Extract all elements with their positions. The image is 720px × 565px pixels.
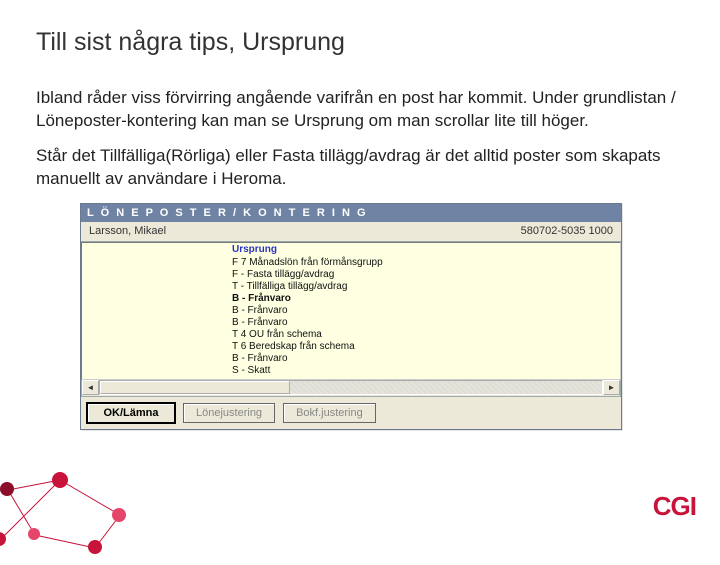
scroll-thumb[interactable] [100, 381, 290, 394]
button-row: OK/Lämna Lönejustering Bokf.justering [81, 397, 621, 429]
person-id: 580702-5035 1000 [521, 225, 613, 237]
window-title: L Ö N E P O S T E R / K O N T E R I N G [81, 204, 621, 222]
lonejustering-button[interactable]: Lönejustering [183, 403, 275, 423]
paragraph-2: Står det Tillfälliga(Rörliga) eller Fast… [36, 145, 684, 191]
grid-row[interactable]: T 6 Beredskap från schema [232, 341, 592, 353]
grid-row[interactable]: F - Fasta tillägg/avdrag [232, 269, 592, 281]
scroll-track[interactable] [99, 380, 603, 395]
grid-row[interactable]: B - Frånvaro [232, 353, 592, 365]
grid-row[interactable]: T - Tillfälliga tillägg/avdrag [232, 281, 592, 293]
grid-row[interactable]: B - Frånvaro [232, 305, 592, 317]
grid-row[interactable]: B - Frånvaro [232, 317, 592, 329]
data-grid[interactable]: Ursprung F 7 Månadslön från förmånsgrupp… [81, 242, 621, 380]
column-header-ursprung: Ursprung [232, 243, 592, 257]
paragraph-1: Ibland råder viss förvirring angående va… [36, 87, 684, 133]
scroll-left-icon[interactable]: ◄ [82, 380, 99, 395]
scroll-right-icon[interactable]: ► [603, 380, 620, 395]
info-row: Larsson, Mikael 580702-5035 1000 [81, 222, 621, 242]
decor-network [0, 430, 150, 560]
brand-logo: CGI [653, 491, 696, 522]
ok-button[interactable]: OK/Lämna [87, 403, 175, 423]
bokfjustering-button[interactable]: Bokf.justering [283, 403, 376, 423]
grid-row[interactable]: T 4 OU från schema [232, 329, 592, 341]
slide-title: Till sist några tips, Ursprung [36, 28, 684, 57]
horizontal-scrollbar[interactable]: ◄ ► [81, 380, 621, 397]
grid-row[interactable]: S - Skatt [232, 365, 592, 377]
grid-row[interactable]: F 7 Månadslön från förmånsgrupp [232, 257, 592, 269]
grid-row[interactable]: B - Frånvaro [232, 293, 592, 305]
app-window: L Ö N E P O S T E R / K O N T E R I N G … [80, 203, 622, 430]
person-name: Larsson, Mikael [89, 225, 166, 237]
